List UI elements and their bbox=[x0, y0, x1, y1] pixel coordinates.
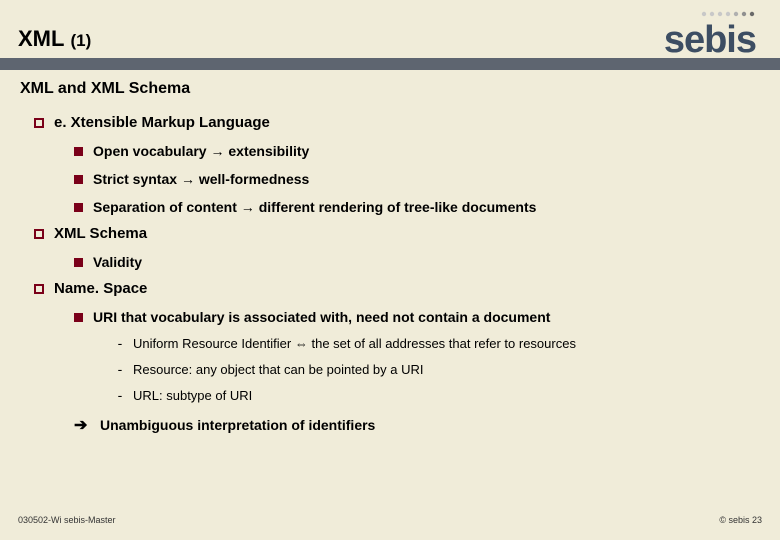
text-post: different rendering of tree-like documen… bbox=[259, 199, 537, 215]
item-namespace: Name. Space bbox=[34, 280, 760, 297]
slide-title: XML (1) bbox=[18, 26, 91, 52]
item-label: Name. Space bbox=[54, 280, 147, 297]
footer-left: 030502-Wi sebis-Master bbox=[18, 515, 116, 525]
subitem-text: Open vocabulary → extensibility bbox=[93, 143, 309, 159]
square-filled-icon bbox=[74, 175, 83, 184]
title-sub: (1) bbox=[70, 31, 91, 51]
section-title: XML and XML Schema bbox=[20, 80, 760, 98]
square-outline-icon bbox=[34, 118, 44, 128]
subitem-text: Separation of content → different render… bbox=[93, 199, 536, 215]
footer-right: © sebis 23 bbox=[719, 515, 762, 525]
title-main: XML bbox=[18, 26, 64, 52]
subitem-uri: URI that vocabulary is associated with, … bbox=[74, 309, 760, 325]
subitem-conclusion: ➔ Unambiguous interpretation of identifi… bbox=[74, 415, 760, 435]
slide-content: XML and XML Schema e. Xtensible Markup L… bbox=[0, 62, 780, 435]
item-label: XML Schema bbox=[54, 225, 147, 242]
subsubitem-uri-def: - Uniform Resource Identifier ⇔ the set … bbox=[116, 335, 760, 351]
right-arrow-icon: → bbox=[241, 199, 255, 215]
item-extensible: e. Xtensible Markup Language bbox=[34, 114, 760, 131]
text-post: the set of all addresses that refer to r… bbox=[311, 336, 575, 351]
subitem-validity: Validity bbox=[74, 254, 760, 270]
subitem-text: Strict syntax → well-formedness bbox=[93, 171, 309, 187]
right-arrow-icon: → bbox=[210, 143, 224, 159]
slide-header: XML (1) sebis bbox=[0, 0, 780, 62]
square-outline-icon bbox=[34, 284, 44, 294]
dash-icon: - bbox=[116, 335, 124, 351]
item-label: e. Xtensible Markup Language bbox=[54, 114, 270, 131]
text-pre: Strict syntax bbox=[93, 171, 177, 187]
square-outline-icon bbox=[34, 229, 44, 239]
item-xml-schema: XML Schema bbox=[34, 225, 760, 242]
square-filled-icon bbox=[74, 147, 83, 156]
square-filled-icon bbox=[74, 313, 83, 322]
text-post: extensibility bbox=[228, 143, 309, 159]
dash-icon: - bbox=[116, 387, 124, 403]
subitem-separation: Separation of content → different render… bbox=[74, 199, 760, 215]
dash-icon: - bbox=[116, 361, 124, 377]
subsubitem-url: - URL: subtype of URI bbox=[116, 387, 760, 403]
subsubitem-text: Uniform Resource Identifier ⇔ the set of… bbox=[133, 336, 576, 351]
double-arrow-icon: ⇔ bbox=[295, 336, 308, 351]
square-filled-icon bbox=[74, 258, 83, 267]
text-pre: Separation of content bbox=[93, 199, 237, 215]
text-pre: Open vocabulary bbox=[93, 143, 207, 159]
big-right-arrow-icon: ➔ bbox=[74, 415, 90, 435]
square-filled-icon bbox=[74, 203, 83, 212]
text-pre: Uniform Resource Identifier bbox=[133, 336, 291, 351]
svg-text:sebis: sebis bbox=[664, 19, 756, 61]
slide-footer: 030502-Wi sebis-Master © sebis 23 bbox=[0, 506, 780, 540]
subitem-text: URI that vocabulary is associated with, … bbox=[93, 309, 550, 325]
subitem-strict-syntax: Strict syntax → well-formedness bbox=[74, 171, 760, 187]
conclusion-text: Unambiguous interpretation of identifier… bbox=[100, 417, 375, 433]
subitem-open-vocabulary: Open vocabulary → extensibility bbox=[74, 143, 760, 159]
sebis-logo: sebis bbox=[584, 2, 760, 64]
subsubitem-resource: - Resource: any object that can be point… bbox=[116, 361, 760, 377]
right-arrow-icon: → bbox=[181, 171, 195, 187]
text-post: well-formedness bbox=[199, 171, 309, 187]
subsubitem-text: Resource: any object that can be pointed… bbox=[133, 362, 424, 377]
subitem-text: Validity bbox=[93, 254, 142, 270]
subsubitem-text: URL: subtype of URI bbox=[133, 388, 252, 403]
